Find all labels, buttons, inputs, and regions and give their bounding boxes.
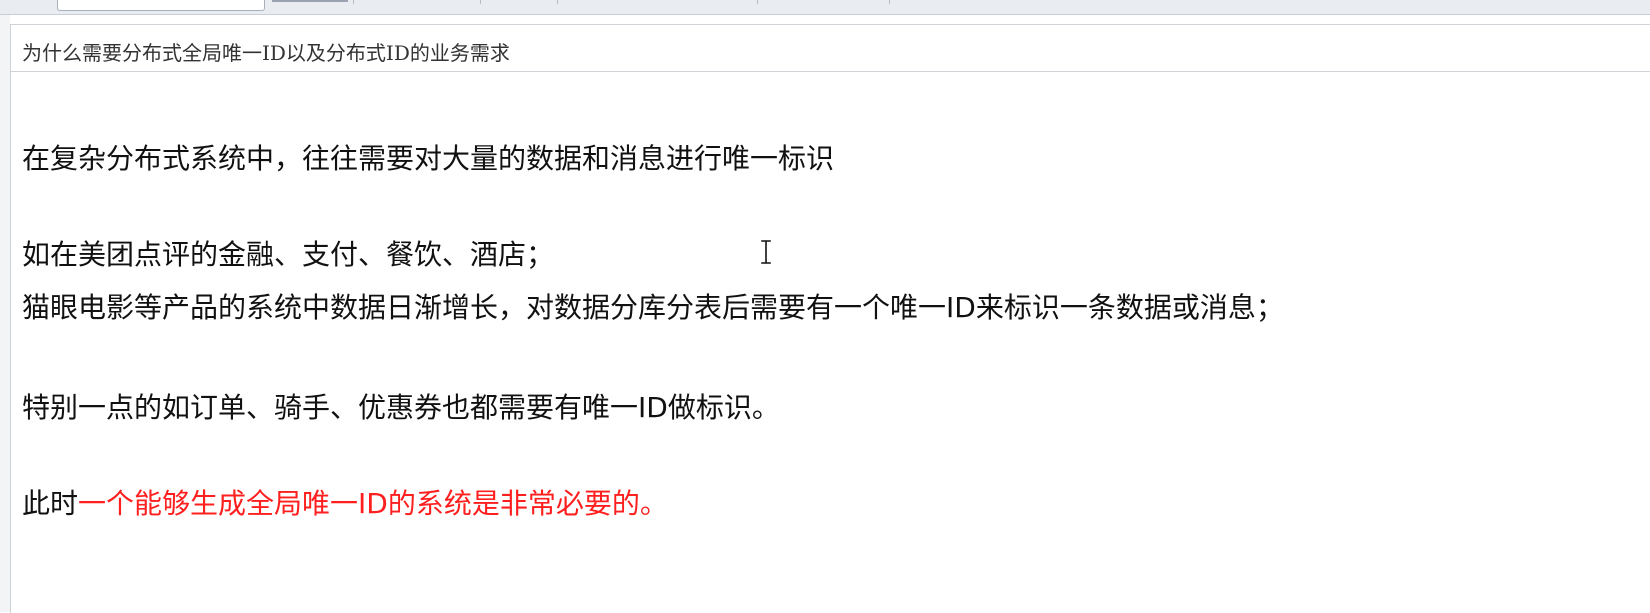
page-left-margin [0, 15, 10, 612]
document-title[interactable]: 为什么需要分布式全局唯一ID以及分布式ID的业务需求 [22, 37, 510, 66]
paragraph-5-prefix: 此时 [22, 487, 79, 520]
text-cursor-icon [761, 240, 771, 264]
toolbar-divider [889, 0, 890, 4]
top-toolbar [0, 0, 1650, 15]
paragraph-5-emphasis: 一个能够生成全局唯一ID的系统是非常必要的。 [78, 487, 668, 520]
paragraph-3[interactable]: 猫眼电影等产品的系统中数据日渐增长，对数据分库分表后需要有一个唯一ID来标识一条… [22, 286, 1284, 326]
toolbar-divider [557, 0, 558, 4]
toolbar-divider [480, 0, 481, 4]
toolbar-search-input[interactable] [57, 0, 265, 11]
toolbar-divider [353, 0, 354, 4]
document-title-bar[interactable]: 为什么需要分布式全局唯一ID以及分布式ID的业务需求 [11, 25, 1650, 72]
toolbar-divider [757, 0, 758, 4]
toolbar-active-tab-indicator[interactable] [272, 0, 348, 2]
paragraph-1[interactable]: 在复杂分布式系统中，往往需要对大量的数据和消息进行唯一标识 [22, 137, 834, 177]
paragraph-2[interactable]: 如在美团点评的金融、支付、餐饮、酒店； [22, 233, 554, 273]
document-editor[interactable]: 为什么需要分布式全局唯一ID以及分布式ID的业务需求 在复杂分布式系统中，往往需… [10, 24, 1650, 613]
paragraph-4[interactable]: 特别一点的如订单、骑手、优惠券也都需要有唯一ID做标识。 [22, 386, 780, 426]
paragraph-5[interactable]: 此时一个能够生成全局唯一ID的系统是非常必要的。 [22, 482, 668, 522]
